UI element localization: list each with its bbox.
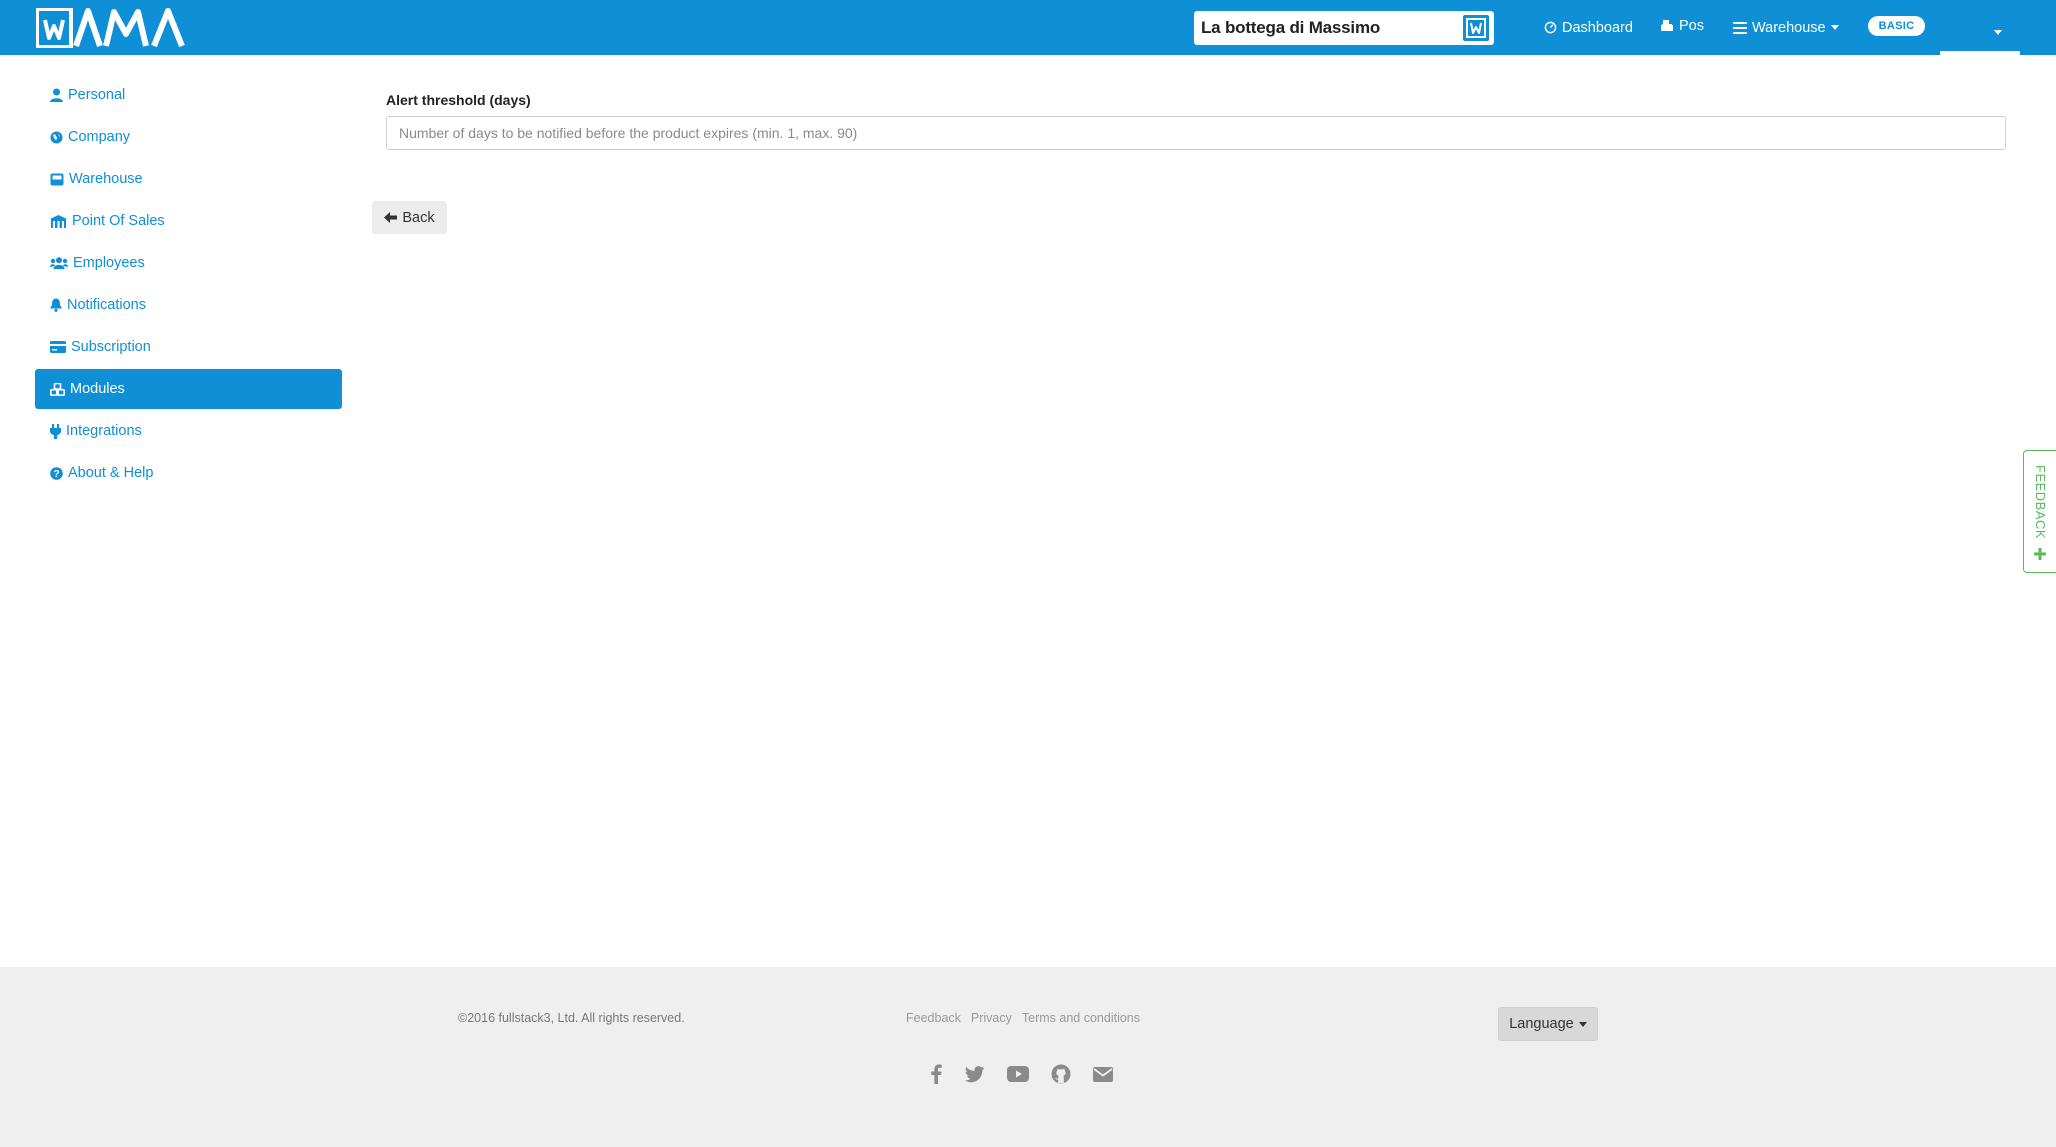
footer-link-privacy[interactable]: Privacy <box>971 1011 1012 1025</box>
envelope-icon[interactable] <box>1093 1066 1113 1082</box>
footer-link-feedback[interactable]: Feedback <box>906 1011 961 1025</box>
bars-icon <box>1733 21 1747 34</box>
user-menu-indicator <box>1940 51 2020 55</box>
plan-badge: BASIC <box>1868 16 1925 36</box>
nav-warehouse-dropdown[interactable]: Warehouse <box>1733 0 1839 55</box>
top-navbar: La bottega di Massimo Dashboard Pos Ware… <box>0 0 2056 55</box>
copyright-text: ©2016 fullstack3, Ltd. All rights reserv… <box>458 1011 685 1025</box>
store-selector[interactable]: La bottega di Massimo <box>1194 11 1494 45</box>
sidebar-item-label: Employees <box>73 255 145 271</box>
sidebar-item-label: Subscription <box>71 339 151 355</box>
users-icon <box>50 257 68 269</box>
inbox-icon <box>50 173 64 185</box>
language-label: Language <box>1509 1016 1574 1032</box>
back-button[interactable]: Back <box>372 201 447 234</box>
credit-card-icon <box>50 341 66 353</box>
wama-w-icon[interactable] <box>1463 15 1489 41</box>
nav-dashboard[interactable]: Dashboard <box>1544 0 1633 55</box>
sidebar-item-subscription[interactable]: Subscription <box>35 327 342 367</box>
sidebar-item-label: Warehouse <box>69 171 143 187</box>
svg-text:?: ? <box>53 469 59 480</box>
twitter-icon[interactable] <box>964 1065 985 1083</box>
page-footer: ©2016 fullstack3, Ltd. All rights reserv… <box>0 967 2056 1147</box>
store-name: La bottega di Massimo <box>1201 18 1381 37</box>
bell-icon <box>50 298 62 312</box>
sidebar-item-label: Integrations <box>66 423 142 439</box>
plug-icon <box>50 423 61 439</box>
sidebar-item-label: About & Help <box>68 465 154 481</box>
sidebar-item-notifications[interactable]: Notifications <box>35 285 342 325</box>
feedback-tab-label: FEEDBACK <box>2033 465 2048 540</box>
sidebar-item-modules[interactable]: Modules <box>35 369 342 409</box>
back-button-label: Back <box>402 209 435 226</box>
sidebar-item-warehouse[interactable]: Warehouse <box>35 159 342 199</box>
nav-dashboard-label: Dashboard <box>1562 19 1633 36</box>
social-links <box>930 1064 1113 1084</box>
footer-links: Feedback Privacy Terms and conditions <box>906 1011 1140 1025</box>
sidebar-item-point-of-sales[interactable]: Point Of Sales <box>35 201 342 241</box>
sidebar-item-label: Modules <box>70 381 125 397</box>
feedback-tab[interactable]: FEEDBACK <box>2023 450 2056 573</box>
sidebar-item-personal[interactable]: Personal <box>35 75 342 115</box>
sidebar-item-label: Personal <box>68 87 126 103</box>
nav-pos-label: Pos <box>1679 17 1704 34</box>
alert-threshold-input[interactable] <box>386 116 2006 150</box>
sidebar-item-label: Company <box>68 129 131 145</box>
sidebar-item-label: Point Of Sales <box>72 213 165 229</box>
globe-icon <box>50 131 63 143</box>
settings-sidebar: Personal Company Warehouse Point Of Sale… <box>35 75 342 495</box>
footer-link-terms[interactable]: Terms and conditions <box>1022 1011 1140 1025</box>
caret-down-icon <box>1578 1021 1587 1027</box>
sidebar-item-company[interactable]: Company <box>35 117 342 157</box>
sidebar-item-label: Notifications <box>67 297 146 313</box>
nav-warehouse-label: Warehouse <box>1752 19 1826 36</box>
user-icon <box>50 88 63 102</box>
arrow-left-icon <box>384 212 398 223</box>
sidebar-item-about-help[interactable]: ? About & Help <box>35 453 342 493</box>
language-dropdown[interactable]: Language <box>1498 1007 1598 1041</box>
wama-logo[interactable] <box>36 6 196 50</box>
dashboard-icon <box>1544 21 1557 34</box>
plus-icon <box>2034 547 2046 565</box>
cubes-icon <box>50 382 65 396</box>
user-menu-caret-icon[interactable] <box>1994 22 2002 40</box>
facebook-icon[interactable] <box>930 1064 942 1084</box>
github-icon[interactable] <box>1051 1064 1071 1084</box>
store-icon <box>50 214 67 228</box>
caret-down-icon <box>1830 25 1839 30</box>
question-circle-icon: ? <box>50 466 63 480</box>
sidebar-item-employees[interactable]: Employees <box>35 243 342 283</box>
nav-pos[interactable]: Pos <box>1660 0 1704 53</box>
sidebar-item-integrations[interactable]: Integrations <box>35 411 342 451</box>
cash-register-icon <box>1661 20 1673 31</box>
youtube-icon[interactable] <box>1007 1066 1029 1082</box>
alert-threshold-label: Alert threshold (days) <box>386 92 531 108</box>
